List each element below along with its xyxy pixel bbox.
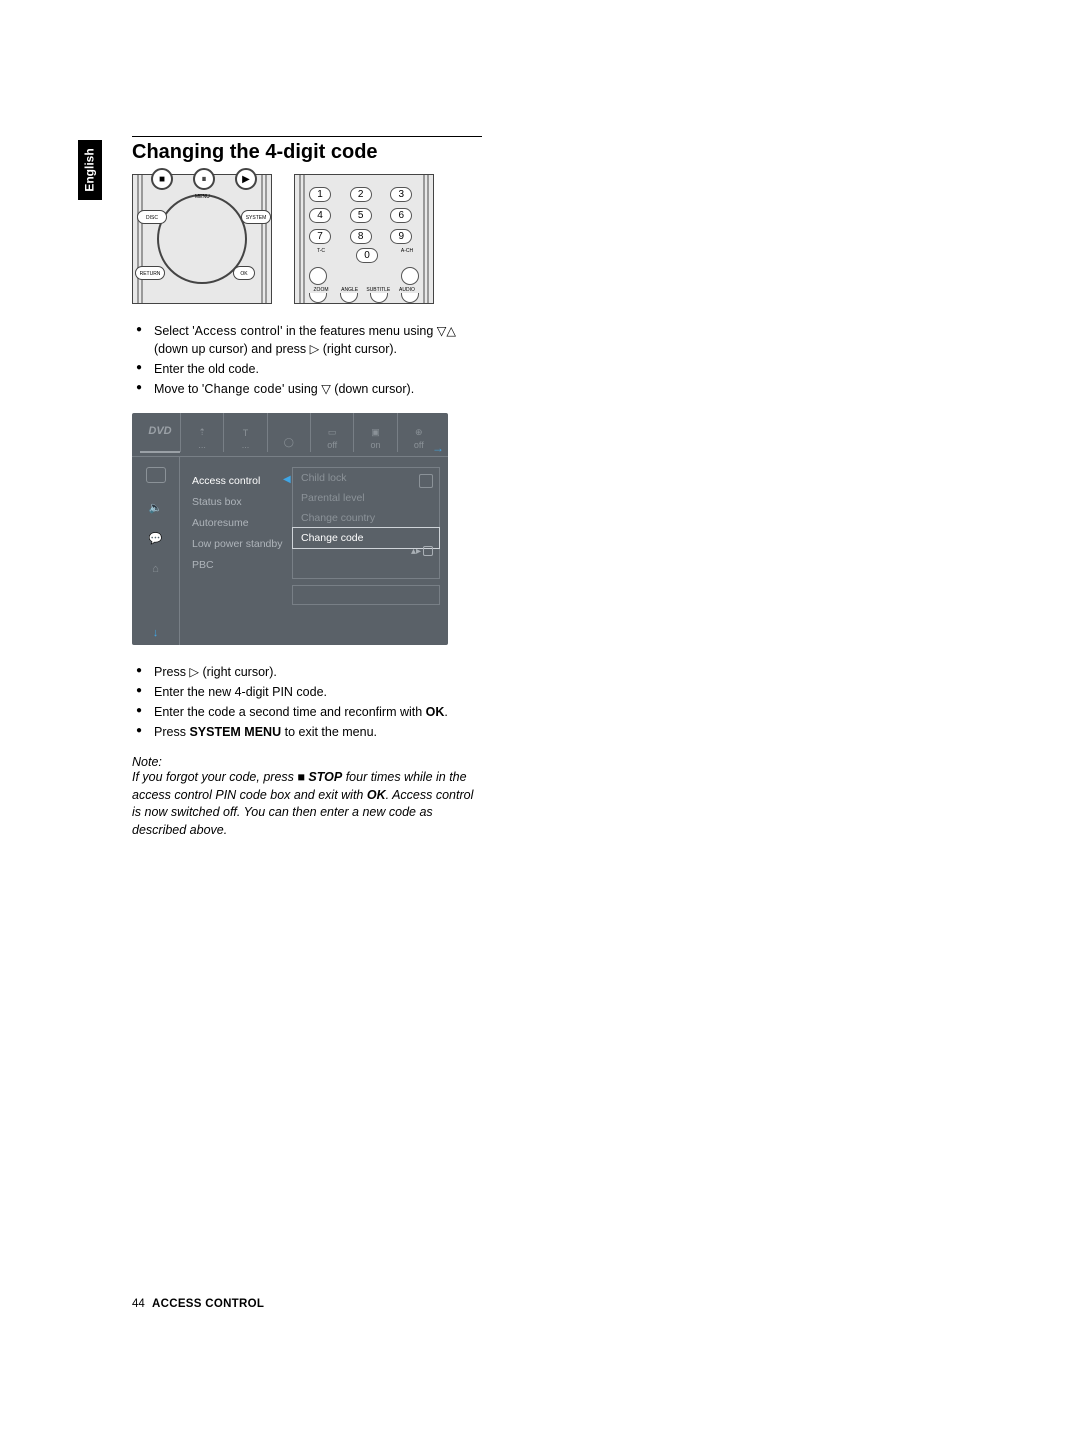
zoom-icon: ⊕ [415, 427, 423, 438]
section-name: ACCESS CONTROL [152, 1298, 264, 1310]
features-category-icon: ⌂ [152, 563, 159, 575]
menu-item: Autoresume [192, 517, 284, 529]
play-button-icon: ▶ [235, 168, 257, 190]
change-code-icon: ▴▸ [411, 546, 433, 557]
angle-button-icon [340, 293, 358, 303]
note-header: Note: [132, 755, 482, 769]
note-body: If you forgot your code, press ■ STOP fo… [132, 769, 482, 839]
screen-icon: ▭ [328, 427, 337, 438]
down-arrow-icon: ↓ [153, 627, 159, 639]
osd-category-column: 🔈 💬 ⌂ ↓ [132, 457, 180, 645]
key-3: 3 [390, 187, 412, 202]
steps-list-1: Select 'Access control' in the features … [132, 322, 482, 399]
person-icon: ⇡ [198, 427, 206, 438]
color-icon: ◯ [284, 437, 294, 448]
subtitle-button-icon [370, 293, 388, 303]
key-7: 7 [309, 229, 331, 244]
dvd-logo: DVD [140, 414, 180, 453]
picture-category-icon [146, 467, 166, 483]
step-item: Press ▷ (right cursor). [132, 663, 482, 681]
pause-button-icon: ⏸ [193, 168, 215, 190]
step-item: Enter the code a second time and reconfi… [132, 703, 482, 721]
menu-label: MENU [195, 194, 210, 200]
osd-tab: ▭off [310, 413, 353, 452]
submenu-item: Parental level [293, 488, 439, 508]
remote-keypad-diagram: 1 2 3 4 5 6 7 8 9 T-C 0 A-CH ZOOM [294, 174, 434, 304]
sound-category-icon: 🔈 [149, 501, 163, 514]
menu-item: Status box [192, 496, 284, 508]
submenu-item: Child lock [293, 468, 439, 488]
key-5: 5 [350, 208, 372, 223]
note-block: Note: If you forgot your code, press ■ S… [132, 755, 482, 839]
title-rule [132, 136, 482, 137]
key-6: 6 [390, 208, 412, 223]
key-0: 0 [356, 248, 378, 263]
menu-item: PBC [192, 559, 284, 571]
left-arrow-icon: ◀ [283, 474, 291, 485]
return-button-icon: RETURN [135, 266, 165, 280]
system-button-icon: SYSTEM [241, 210, 271, 224]
key-1: 1 [309, 187, 331, 202]
numeric-keypad: 1 2 3 4 5 6 7 8 9 [309, 187, 419, 244]
page-number: 44 [132, 1298, 145, 1310]
page-title: Changing the 4-digit code [132, 141, 482, 164]
page-content: Changing the 4-digit code ■ ⏸ ▶ MENU DIS… [132, 136, 482, 839]
osd-tab: ▣on [353, 413, 396, 452]
key-2: 2 [350, 187, 372, 202]
pip-icon: ▣ [371, 427, 380, 438]
zoom-button-icon [309, 293, 327, 303]
menu-item: Low power standby [192, 538, 284, 550]
osd-tab: ⇡... [180, 413, 223, 452]
ach-button-icon [401, 267, 419, 285]
step-item: Enter the old code. [132, 360, 482, 378]
key-4: 4 [309, 208, 331, 223]
ach-label: A-CH [395, 248, 419, 263]
right-arrow-icon: → [432, 441, 444, 455]
remote-nav-diagram: ■ ⏸ ▶ MENU DISC SYSTEM RETURN OK [132, 174, 272, 304]
osd-tab: T... [223, 413, 266, 452]
audio-button-icon [401, 293, 419, 303]
osd-submenu-column: ◀ Child lock Parental level Change count… [292, 457, 448, 645]
page-footer: 44 ACCESS CONTROL [132, 1298, 264, 1310]
osd-menu-column: Access control Status box Autoresume Low… [180, 457, 292, 645]
code-entry-box [292, 585, 440, 605]
ok-button-icon: OK [233, 266, 255, 280]
osd-topbar: DVD ⇡... T... ◯ ▭off ▣on ⊕off → [132, 413, 448, 457]
osd-tab: ◯ [267, 413, 310, 452]
disc-button-icon: DISC [137, 210, 167, 224]
menu-item: Access control [192, 475, 284, 487]
key-8: 8 [350, 229, 372, 244]
remote-diagrams: ■ ⏸ ▶ MENU DISC SYSTEM RETURN OK 1 2 3 4… [132, 174, 482, 304]
step-item: Select 'Access control' in the features … [132, 322, 482, 358]
text-icon: T [243, 428, 249, 438]
key-9: 9 [390, 229, 412, 244]
language-tab: English [78, 140, 102, 200]
cursor-ring-icon: ■ ⏸ ▶ MENU DISC SYSTEM RETURN OK [157, 194, 247, 284]
osd-screenshot: DVD ⇡... T... ◯ ▭off ▣on ⊕off → 🔈 💬 ⌂ ↓ … [132, 413, 448, 645]
submenu-item: Change country [293, 508, 439, 528]
steps-list-2: Press ▷ (right cursor). Enter the new 4-… [132, 663, 482, 742]
step-item: Press SYSTEM MENU to exit the menu. [132, 723, 482, 741]
language-category-icon: 💬 [149, 532, 163, 545]
tc-button-icon [309, 267, 327, 285]
stop-button-icon: ■ [151, 168, 173, 190]
step-item: Enter the new 4-digit PIN code. [132, 683, 482, 701]
step-item: Move to 'Change code' using ▽ (down curs… [132, 380, 482, 398]
tc-label: T-C [309, 248, 333, 263]
